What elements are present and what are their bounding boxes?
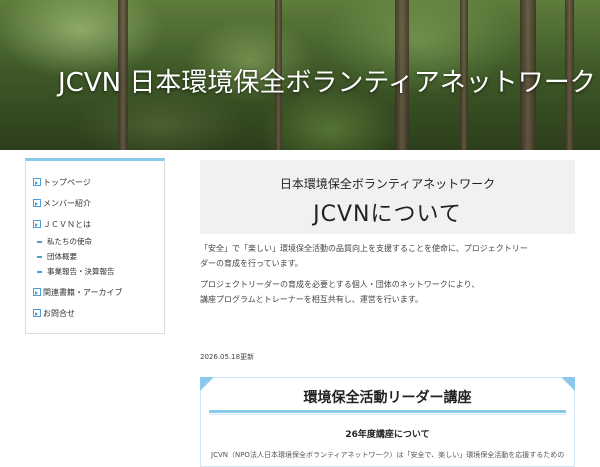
dash-bullet-icon [37, 241, 42, 243]
sidebar-item-top[interactable]: トップページ [26, 177, 164, 198]
sidebar-item-label: トップページ [43, 178, 91, 187]
updated-date: 2026.05.18更新 [200, 353, 255, 361]
sidebar-item-archive[interactable]: 関連書籍・アーカイブ [26, 287, 164, 308]
sidebar-subitem-label: 事業報告・決算報告 [47, 267, 115, 276]
sidebar-item-members[interactable]: メンバー紹介 [26, 198, 164, 219]
sidebar-subitem-reports[interactable]: 事業報告・決算報告 [26, 266, 164, 281]
course-subtitle: 26年度講座について [345, 430, 430, 440]
course-description: JCVN（NPO法人日本環境保全ボランティアネットワーク）は「安全で、楽しい」環… [211, 451, 564, 459]
arrow-box-icon [33, 288, 41, 296]
arrow-box-icon [33, 178, 41, 186]
dash-bullet-icon [37, 256, 42, 258]
site-title[interactable]: JCVN 日本環境保全ボランティアネットワーク [58, 62, 596, 99]
network-line: プロジェクトリーダーの育成を必要とする個人・団体のネットワークにより、 [200, 280, 480, 289]
sidebar-item-contact[interactable]: お問合せ [26, 308, 164, 329]
sidebar-subitem-overview[interactable]: 団体概要 [26, 251, 164, 266]
course-card: 環境保全活動リーダー講座 26年度講座について JCVN（NPO法人日本環境保全… [200, 377, 575, 467]
intro-line: 「安全」で「楽しい」環境保全活動の品質向上を支援することを使命に、プロジェクトリ… [200, 244, 528, 253]
network-line: 講座プログラムとトレーナーを相互共有し、運営を行います。 [200, 295, 423, 304]
sidebar-item-label: ＪＣＶＮとは [43, 220, 91, 229]
sidebar-item-label: お問合せ [43, 309, 75, 318]
sidebar-item-about-jcvn[interactable]: ＪＣＶＮとは [26, 219, 164, 236]
corner-ribbon-right [561, 377, 575, 391]
dash-bullet-icon [37, 271, 42, 273]
sidebar-subitem-label: 私たちの使命 [47, 237, 92, 246]
arrow-box-icon [33, 199, 41, 207]
sidebar-nav: トップページ メンバー紹介 ＪＣＶＮとは 私たちの使命 団体概要 事業報告・決算… [25, 158, 165, 334]
arrow-box-icon [33, 309, 41, 317]
header-banner: JCVN 日本環境保全ボランティアネットワーク [0, 0, 600, 150]
intro-line: ダーの育成を行っています。 [200, 259, 303, 268]
corner-ribbon-left [200, 377, 214, 391]
page-title: JCVNについて [313, 202, 462, 227]
page-subtitle: 日本環境保全ボランティアネットワーク [279, 177, 496, 191]
course-title: 環境保全活動リーダー講座 [303, 390, 472, 406]
network-paragraph: プロジェクトリーダーの育成を必要とする個人・団体のネットワークにより、 講座プロ… [200, 277, 575, 307]
sidebar-subitem-label: 団体概要 [47, 252, 77, 261]
sidebar-item-label: メンバー紹介 [43, 199, 91, 208]
page-title-box: 日本環境保全ボランティアネットワーク JCVNについて [200, 160, 575, 234]
sidebar-item-label: 関連書籍・アーカイブ [43, 288, 123, 297]
main-content: 日本環境保全ボランティアネットワーク JCVNについて 「安全」で「楽しい」環境… [200, 160, 575, 307]
sidebar-subitem-mission[interactable]: 私たちの使命 [26, 236, 164, 251]
title-divider [209, 410, 566, 413]
title-divider-thin [209, 414, 566, 415]
arrow-box-icon [33, 220, 41, 228]
intro-paragraph: 「安全」で「楽しい」環境保全活動の品質向上を支援することを使命に、プロジェクトリ… [200, 241, 575, 271]
